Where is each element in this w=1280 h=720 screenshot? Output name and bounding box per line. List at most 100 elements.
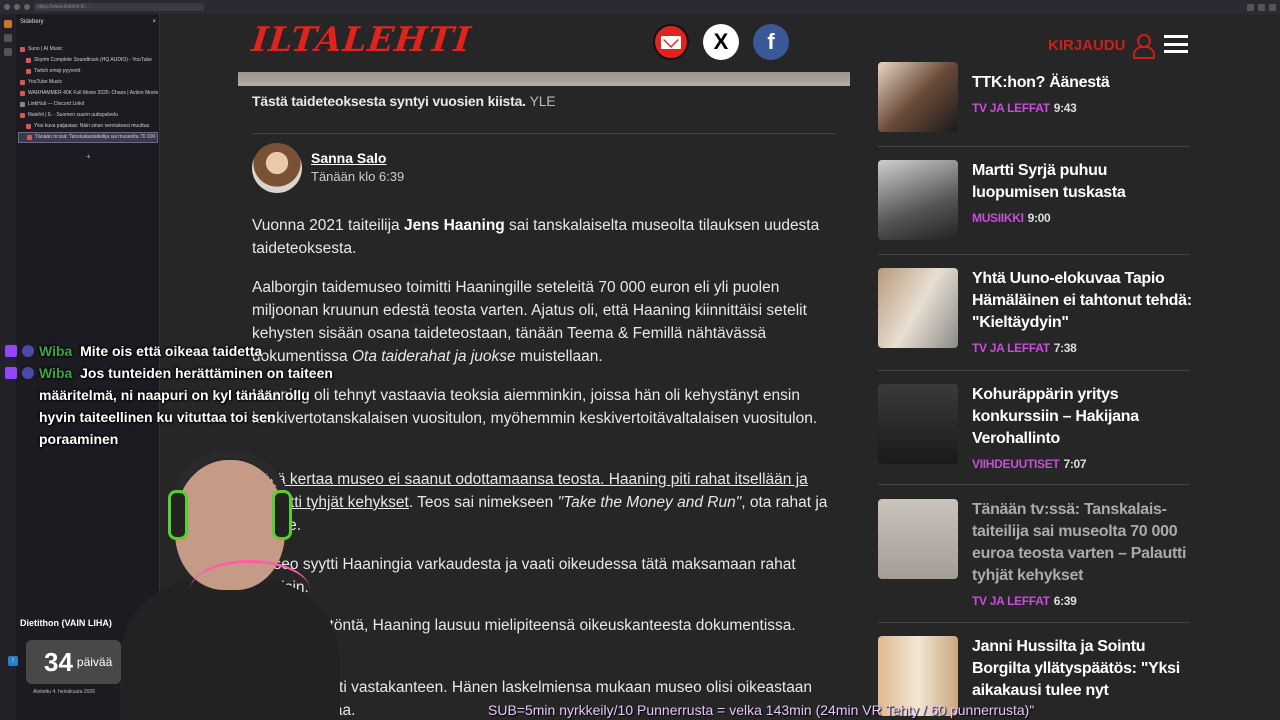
panel-icon[interactable]	[4, 34, 12, 42]
tab-item[interactable]: Skyrim Complete Soundtrack (HQ AUDIO) - …	[18, 55, 158, 66]
article-paragraph: Vuonna 2021 taiteilija Jens Haaning sai …	[252, 217, 820, 257]
favicon-icon	[26, 124, 31, 129]
tab-item[interactable]: LinkHub — Discord Linkit	[18, 99, 158, 110]
tab-item[interactable]: YouTube Music	[18, 77, 158, 88]
favicon-icon	[20, 113, 25, 118]
back-icon[interactable]	[4, 4, 10, 10]
chat-username: Wiba	[39, 365, 73, 381]
tab-item-active[interactable]: Tänään tv:ssä: Tanskalaistaiteilija sai …	[18, 132, 158, 143]
hamburger-menu-icon[interactable]	[1164, 35, 1188, 53]
news-thumbnail	[878, 62, 958, 132]
artwork-title: "Take the Money and Run"	[557, 494, 742, 511]
news-category: TV JA LEFFAT	[972, 101, 1050, 115]
microphone-arm	[190, 560, 310, 620]
tab-item[interactable]: WARHAMMER 40K Full Movie 2025: Chaos | A…	[18, 88, 158, 99]
tab-list: Suno | AI Music Skyrim Complete Soundtra…	[18, 44, 158, 143]
tab-item[interactable]: Iltalehti | IL - Suomen suurin uutispalv…	[18, 110, 158, 121]
news-title: Janni Hussilta ja Sointu Borgilta ylläty…	[972, 638, 1180, 699]
share-facebook-button[interactable]: f	[753, 24, 789, 60]
login-label: KIRJAUDU	[1048, 36, 1126, 54]
favicon-icon	[26, 58, 31, 63]
twitch-badge-icon	[5, 367, 17, 379]
author-name-link[interactable]: Sanna Salo	[311, 150, 386, 166]
divider	[878, 622, 1190, 623]
tab-item[interactable]: Suno | AI Music	[18, 44, 158, 55]
extension-icon[interactable]	[1247, 3, 1254, 11]
divider	[878, 484, 1190, 485]
news-title: Yhtä Uuno-elokuvaa Tapio Hämäläinen ei t…	[972, 270, 1192, 355]
tab-label: Iltalehti | IL - Suomen suurin uutispalv…	[28, 112, 118, 118]
news-thumbnail	[878, 160, 958, 240]
arrow-up-icon: ↑	[8, 656, 18, 666]
news-title: Kohuräppärin yritys konkurssiin – Hakija…	[972, 386, 1139, 471]
tab-label: Skyrim Complete Soundtrack (HQ AUDIO) - …	[34, 57, 152, 63]
news-time: 9:43	[1053, 101, 1077, 115]
reload-icon[interactable]	[24, 4, 30, 10]
news-thumbnail	[878, 499, 958, 579]
user-icon	[1132, 34, 1155, 59]
chat-message: Wiba Jos tunteiden herättäminen on taite…	[5, 362, 335, 450]
favicon-icon	[20, 102, 25, 107]
image-caption: Tästä taideteoksesta syntyi vuosien kiis…	[252, 93, 556, 109]
news-item[interactable]: Martti Syrjä puhuu luopumisen tuskasta M…	[878, 160, 1190, 240]
chat-overlay: Wiba Mite ois että oikeaa taidetta Wiba …	[5, 340, 335, 450]
counter-start-date: Aloitettu 4. heinäkuuta 2026	[33, 689, 95, 695]
day-counter: 34 päivää	[26, 640, 121, 684]
tab-item[interactable]: Twitch emoji pyynnöt	[18, 66, 158, 77]
favicon-icon	[27, 135, 32, 140]
news-category: MUSIIKKI	[972, 211, 1024, 225]
favicon-icon	[26, 69, 31, 74]
news-time: 9:00	[1027, 211, 1051, 225]
extension-icon[interactable]	[1258, 3, 1265, 11]
panel-icon[interactable]	[4, 48, 12, 56]
twitch-badge-icon	[5, 345, 17, 357]
new-tab-icon[interactable]: +	[86, 152, 91, 161]
news-category: TV JA LEFFAT	[972, 594, 1050, 608]
forward-icon[interactable]	[14, 4, 20, 10]
news-item[interactable]: Yhtä Uuno-elokuvaa Tapio Hämäläinen ei t…	[878, 268, 1192, 355]
article-hero-image	[238, 72, 850, 86]
sidebery-title: Sidebery	[20, 19, 44, 25]
news-time: 7:07	[1063, 457, 1087, 471]
tab-label: Twitch emoji pyynnöt	[34, 68, 81, 74]
headset-earcup	[168, 490, 188, 540]
facebook-icon: f	[767, 29, 775, 54]
news-title: Martti Syrjä puhuu luopumisen tuskasta M…	[972, 162, 1126, 225]
login-button[interactable]: KIRJAUDU	[1048, 34, 1155, 59]
sub-badge-icon	[22, 345, 34, 357]
divider	[878, 370, 1190, 371]
favicon-icon	[20, 80, 25, 85]
sub-goal-ticker: SUB=5min nyrkkeily/10 Punnerrusta = velk…	[488, 702, 1035, 718]
site-logo[interactable]: ILTALEHTI	[250, 20, 473, 60]
tab-label: LinkHub — Discord Linkit	[28, 101, 85, 107]
news-item[interactable]: TTK:hon? Äänestä TV JA LEFFAT 9:43	[878, 62, 1190, 136]
documentary-title: Ota taiderahat ja juokse	[351, 348, 516, 365]
tab-label: WARHAMMER 40K Full Movie 2025: Chaos | A…	[28, 90, 158, 96]
address-bar[interactable]: https://www.iltalehti.fi/...	[34, 3, 204, 11]
divider	[878, 146, 1190, 147]
news-thumbnail	[878, 268, 958, 348]
news-item[interactable]: Tänään tv:ssä: Tanskalais-taiteilija sai…	[878, 499, 1190, 608]
publish-time: Tänään klo 6:39	[311, 169, 405, 184]
panel-icon[interactable]	[4, 20, 12, 28]
share-x-button[interactable]: X	[703, 24, 739, 60]
envelope-icon	[661, 35, 681, 49]
news-time: 7:38	[1053, 341, 1077, 355]
divider	[878, 254, 1190, 255]
subathon-title: Dietithon (VAIN LIHA)	[20, 618, 112, 628]
tab-item[interactable]: Yksi kuva paljastaa: Näin sinun verotuks…	[18, 121, 158, 132]
chat-username: Wiba	[39, 343, 73, 359]
news-category: TV JA LEFFAT	[972, 341, 1050, 355]
news-item[interactable]: Kohuräppärin yritys konkurssiin – Hakija…	[878, 384, 1190, 471]
person-name: Jens Haaning	[403, 217, 505, 234]
browser-toolbar: https://www.iltalehti.fi/...	[0, 0, 1280, 14]
author-avatar[interactable]	[252, 143, 302, 193]
close-icon[interactable]: ×	[152, 19, 156, 27]
share-email-button[interactable]	[653, 24, 689, 60]
article-paragraph: Aalborgin taidemuseo toimitti Haaningill…	[252, 279, 807, 365]
day-unit: päivää	[76, 655, 113, 669]
menu-icon[interactable]	[1269, 3, 1276, 11]
news-title: Tänään tv:ssä: Tanskalais-taiteilija sai…	[972, 501, 1187, 608]
chat-text: Jos tunteiden herättäminen on taiteen mä…	[39, 365, 333, 447]
caption-source: YLE	[529, 93, 556, 109]
